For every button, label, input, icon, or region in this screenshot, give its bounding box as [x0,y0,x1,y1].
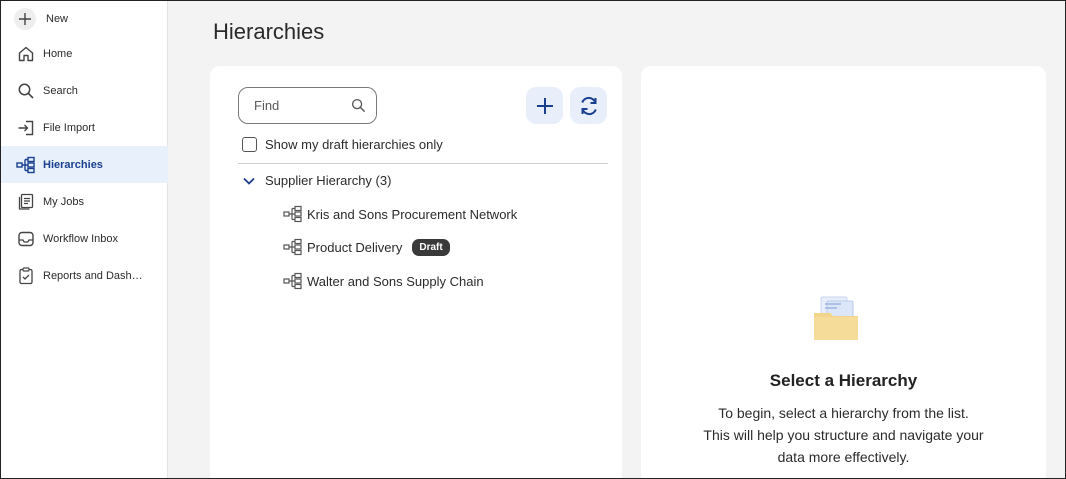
tree-item[interactable]: Kris and Sons Procurement Network [283,205,517,223]
inbox-icon [16,229,36,249]
sidebar-item-search[interactable]: Search [0,72,168,109]
new-label: New [46,12,69,25]
file-import-icon [16,118,36,138]
sidebar-item-label: Workflow Inbox [43,232,118,245]
hierarchy-icon [16,155,36,175]
hierarchy-detail-panel: Select a Hierarchy To begin, select a hi… [641,66,1046,479]
tree-item-label: Product Delivery [307,239,403,255]
sidebar-item-home[interactable]: Home [0,35,168,72]
sidebar-item-hierarchies[interactable]: Hierarchies [0,146,168,183]
tree-item-label: Walter and Sons Supply Chain [307,273,484,289]
search-input[interactable] [254,98,344,113]
refresh-button[interactable] [570,87,607,124]
sidebar-item-label: My Jobs [43,195,84,208]
sidebar-item-reports[interactable]: Reports and Dash… [0,257,168,294]
folder-illustration-icon [811,295,861,348]
empty-state-line: data more effectively. [777,449,910,465]
search-icon [16,81,36,101]
refresh-icon [578,95,600,117]
hierarchy-list-panel: Show my draft hierarchies only Supplier … [210,66,622,479]
draft-filter-label: Show my draft hierarchies only [265,137,443,152]
sidebar-item-workflow-inbox[interactable]: Workflow Inbox [0,220,168,257]
divider [238,163,608,164]
sidebar-item-label: File Import [43,121,95,134]
empty-state-line: This will help you structure and navigat… [703,427,984,443]
report-icon [16,266,36,286]
empty-state-title: Select a Hierarchy [769,371,918,390]
sidebar-item-file-import[interactable]: File Import [0,109,168,146]
tree-group-label: Supplier Hierarchy (3) [265,173,392,188]
sidebar-item-label: Hierarchies [43,158,103,171]
tree-item[interactable]: Product Delivery Draft [283,238,450,256]
sidebar-item-label: Search [43,84,78,97]
draft-badge: Draft [412,238,450,256]
jobs-icon [16,192,36,212]
sidebar-item-label: Home [43,47,73,60]
home-icon [16,44,36,64]
sidebar: New Home Search File Import Hierarchies … [0,0,168,479]
search-icon [351,98,366,113]
add-hierarchy-button[interactable] [526,87,563,124]
plus-icon [14,7,36,30]
sidebar-item-my-jobs[interactable]: My Jobs [0,183,168,220]
tree-item[interactable]: Walter and Sons Supply Chain [283,272,484,290]
sidebar-item-label: Reports and Dash… [43,269,143,282]
draft-filter[interactable]: Show my draft hierarchies only [242,137,443,152]
draft-filter-checkbox[interactable] [242,137,257,152]
search-field[interactable] [238,87,377,124]
chevron-down-icon[interactable] [242,176,256,186]
plus-icon [535,96,555,116]
tree-group-supplier-hierarchy[interactable]: Supplier Hierarchy (3) [242,173,391,188]
hierarchy-icon [283,272,303,290]
new-button[interactable]: New [0,0,168,37]
empty-state-text: To begin, select a hierarchy from the li… [641,402,1046,468]
hierarchy-icon [283,238,303,256]
empty-state-line: To begin, select a hierarchy from the li… [718,405,969,421]
tree-item-label: Kris and Sons Procurement Network [307,206,518,222]
hierarchy-icon [283,205,303,223]
page-title: Hierarchies [213,19,325,44]
